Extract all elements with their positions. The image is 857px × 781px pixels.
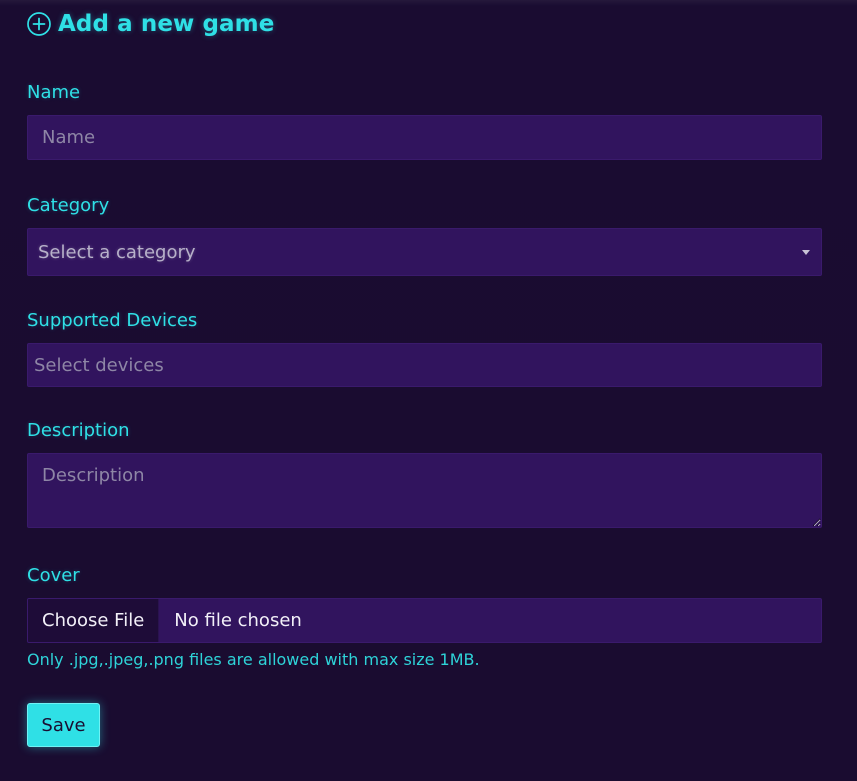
description-field-group: Description xyxy=(27,420,822,532)
cover-field-group: Cover Choose File No file chosen Only .j… xyxy=(27,565,822,669)
devices-select[interactable]: Select devices xyxy=(27,343,822,387)
category-select[interactable]: Select a category xyxy=(27,228,822,276)
category-select-value: Select a category xyxy=(38,241,196,263)
page-title-text: Add a new game xyxy=(58,11,275,37)
plus-circle-icon xyxy=(26,11,52,37)
cover-hint: Only .jpg,.jpeg,.png files are allowed w… xyxy=(27,650,480,669)
add-game-page: Add a new game Name Category Select a ca… xyxy=(0,0,857,781)
description-textarea[interactable] xyxy=(27,453,822,528)
category-field-group: Category Select a category xyxy=(27,195,822,276)
chevron-down-icon xyxy=(802,249,810,255)
description-label: Description xyxy=(27,420,130,441)
cover-label: Cover xyxy=(27,565,80,586)
devices-placeholder: Select devices xyxy=(34,354,164,376)
devices-label: Supported Devices xyxy=(27,310,198,331)
choose-file-button[interactable]: Choose File xyxy=(28,599,160,642)
name-input[interactable] xyxy=(27,115,822,160)
file-status-text: No file chosen xyxy=(174,610,302,631)
cover-file-input[interactable]: Choose File No file chosen xyxy=(27,598,822,643)
category-label: Category xyxy=(27,195,110,216)
name-field-group: Name xyxy=(27,82,822,160)
save-button[interactable]: Save xyxy=(27,703,100,747)
devices-field-group: Supported Devices Select devices xyxy=(27,310,822,387)
name-label: Name xyxy=(27,82,81,103)
page-title: Add a new game xyxy=(26,0,822,48)
